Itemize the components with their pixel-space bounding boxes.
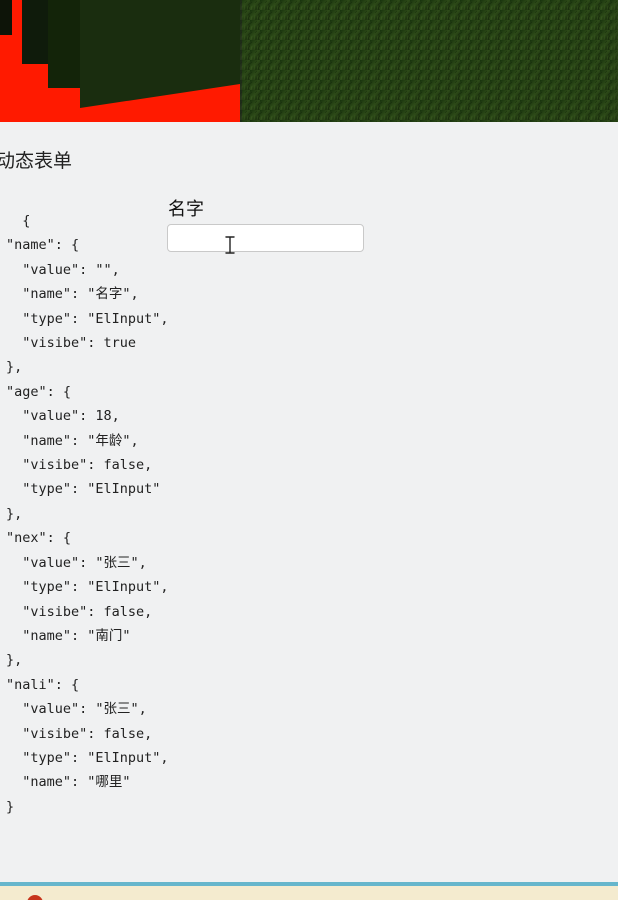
page-title: 动态表单 [0, 150, 73, 172]
hero-image [0, 0, 618, 122]
hero-banner [0, 0, 618, 122]
text-cursor-icon [225, 236, 235, 254]
bottom-status-bar [0, 882, 618, 900]
page: 动态表单 { "name": { "value": "", "name": "名… [0, 0, 618, 900]
name-field-label: 名字 [168, 199, 204, 220]
json-preview: { "name": { "value": "", "name": "名字", "… [6, 213, 169, 815]
name-input[interactable] [167, 224, 364, 252]
